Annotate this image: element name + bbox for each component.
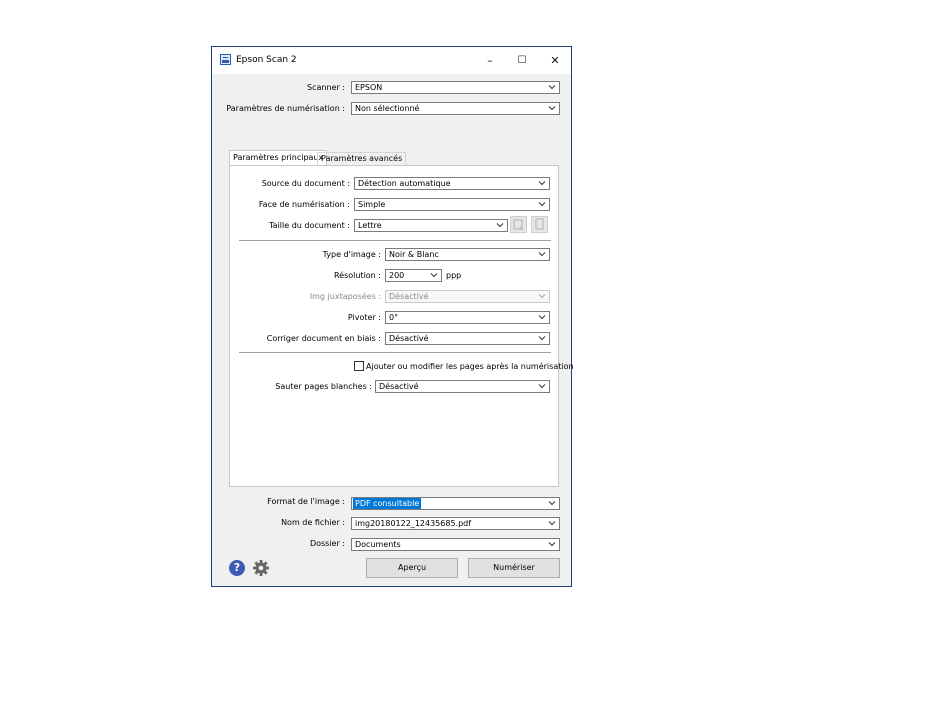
- stitch-images-label: Img juxtaposées :: [309, 292, 381, 301]
- file-name-select[interactable]: img20180122_12435685.pdf: [351, 517, 560, 530]
- skip-blank-pages-select[interactable]: Désactivé: [375, 380, 550, 393]
- add-pages-checkbox[interactable]: [354, 361, 364, 371]
- scan-side-select[interactable]: Simple: [354, 198, 550, 211]
- chevron-down-icon: [538, 179, 546, 187]
- title-bar[interactable]: Epson Scan 2 – ☐ ✕: [212, 47, 571, 74]
- correct-skew-label: Corriger document en biais :: [266, 334, 381, 343]
- tab-main-settings[interactable]: Paramètres principaux: [229, 150, 328, 166]
- main-settings-panel: Source du document : Détection automatiq…: [229, 165, 574, 487]
- rotate-value: 0°: [389, 313, 399, 322]
- chevron-down-icon: [538, 200, 546, 208]
- help-icon[interactable]: ?: [229, 560, 245, 576]
- file-name-value: img20180122_12435685.pdf: [355, 519, 472, 528]
- scan-params-value: Non sélectionné: [355, 104, 420, 113]
- document-source-select[interactable]: Détection automatique: [354, 177, 550, 190]
- scan-params-label: Paramètres de numérisation :: [226, 104, 345, 113]
- epson-scan-window: Epson Scan 2 – ☐ ✕ Scanner : EPSON Param…: [211, 46, 574, 587]
- chevron-down-icon: [548, 519, 556, 527]
- minimize-button[interactable]: –: [474, 47, 506, 74]
- document-size-label: Taille du document :: [269, 221, 350, 230]
- rotate-label: Pivoter :: [347, 313, 381, 322]
- stitch-images-value: Désactivé: [389, 292, 429, 301]
- document-size-select[interactable]: Lettre: [354, 219, 508, 232]
- rotate-select[interactable]: 0°: [385, 311, 550, 324]
- image-format-value: PDF consultable: [353, 498, 422, 509]
- window-title: Epson Scan 2: [236, 55, 297, 65]
- folder-label: Dossier :: [309, 539, 345, 548]
- chevron-down-icon: [538, 382, 546, 390]
- chevron-down-icon: [548, 83, 556, 91]
- chevron-down-icon: [548, 540, 556, 548]
- divider: [239, 240, 551, 241]
- tab-advanced-settings[interactable]: Paramètres avancés: [317, 152, 407, 165]
- scanner-value: EPSON: [355, 83, 383, 92]
- skip-blank-pages-label: Sauter pages blanches :: [275, 382, 372, 391]
- folder-value: Documents: [355, 540, 401, 549]
- divider: [239, 352, 551, 353]
- chevron-down-icon: [548, 104, 556, 112]
- resolution-label: Résolution :: [333, 271, 381, 280]
- folder-select[interactable]: Documents: [351, 538, 560, 551]
- chevron-down-icon: [538, 250, 546, 258]
- scan-params-select[interactable]: Non sélectionné: [351, 102, 560, 115]
- preview-button[interactable]: Aperçu: [366, 558, 458, 578]
- scan-side-label: Face de numérisation :: [258, 200, 350, 209]
- document-size-value: Lettre: [358, 221, 382, 230]
- add-pages-label: Ajouter ou modifier les pages après la n…: [366, 362, 574, 371]
- file-name-label: Nom de fichier :: [281, 518, 345, 527]
- scan-side-value: Simple: [358, 200, 386, 209]
- resolution-select[interactable]: 200: [385, 269, 442, 282]
- document-source-value: Détection automatique: [358, 179, 451, 188]
- chevron-down-icon: [496, 221, 504, 229]
- image-type-select[interactable]: Noir & Blanc: [385, 248, 550, 261]
- document-size-auto-icon[interactable]: [510, 216, 527, 233]
- chevron-down-icon: [538, 313, 546, 321]
- chevron-down-icon: [538, 334, 546, 342]
- resolution-value: 200: [389, 271, 405, 280]
- chevron-down-icon: [430, 271, 438, 279]
- document-size-custom-icon[interactable]: [531, 216, 548, 233]
- chevron-down-icon: [548, 499, 556, 507]
- image-type-label: Type d'image :: [322, 250, 381, 259]
- app-scanner-icon: [220, 54, 231, 65]
- scanner-label: Scanner :: [307, 83, 345, 92]
- chevron-down-icon: [538, 292, 546, 300]
- skip-blank-pages-value: Désactivé: [379, 382, 419, 391]
- scan-button[interactable]: Numériser: [468, 558, 560, 578]
- resolution-unit: ppp: [446, 271, 462, 280]
- gear-icon[interactable]: [252, 559, 270, 577]
- stitch-images-select: Désactivé: [385, 290, 550, 303]
- correct-skew-select[interactable]: Désactivé: [385, 332, 550, 345]
- image-format-select[interactable]: PDF consultable: [351, 497, 560, 510]
- close-button[interactable]: ✕: [539, 47, 571, 74]
- image-format-label: Format de l'image :: [267, 497, 345, 506]
- correct-skew-value: Désactivé: [389, 334, 429, 343]
- scanner-select[interactable]: EPSON: [351, 81, 560, 94]
- maximize-button[interactable]: ☐: [506, 47, 538, 74]
- image-type-value: Noir & Blanc: [389, 250, 439, 259]
- document-source-label: Source du document :: [261, 179, 350, 188]
